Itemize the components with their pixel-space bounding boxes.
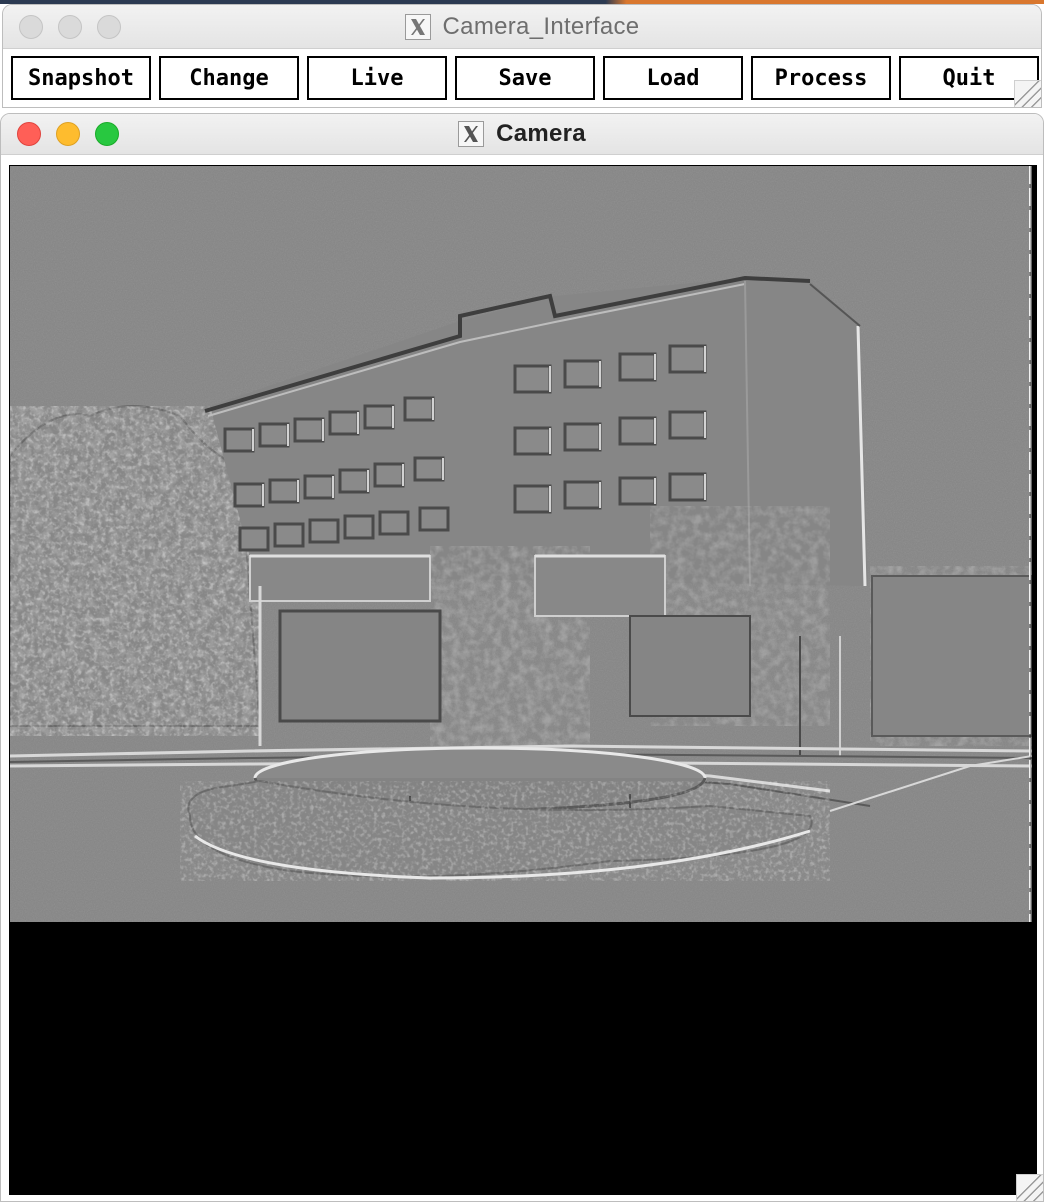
save-button[interactable]: Save <box>455 56 595 100</box>
change-button[interactable]: Change <box>159 56 299 100</box>
resize-grip-icon[interactable] <box>1014 80 1041 107</box>
camera-window: Camera <box>0 113 1044 1202</box>
interface-title-wrap: Camera_Interface <box>3 5 1041 48</box>
window-title: Camera_Interface <box>442 12 640 40</box>
camera-titlebar[interactable]: Camera <box>1 114 1043 155</box>
camera-title-wrap: Camera <box>1 114 1043 154</box>
load-button[interactable]: Load <box>603 56 743 100</box>
x11-icon <box>458 121 485 147</box>
camera-canvas[interactable] <box>9 165 1037 1195</box>
embossed-image <box>10 166 1032 922</box>
process-button[interactable]: Process <box>751 56 891 100</box>
snapshot-button[interactable]: Snapshot <box>11 56 151 100</box>
camera-interface-window: Camera_Interface Snapshot Change Live Sa… <box>2 4 1042 108</box>
button-toolbar: Snapshot Change Live Save Load Process Q… <box>11 56 1039 100</box>
x11-icon <box>404 13 431 40</box>
interface-titlebar[interactable]: Camera_Interface <box>3 5 1041 49</box>
resize-grip-icon[interactable] <box>1016 1174 1043 1201</box>
live-button[interactable]: Live <box>307 56 447 100</box>
window-title: Camera <box>496 120 586 147</box>
